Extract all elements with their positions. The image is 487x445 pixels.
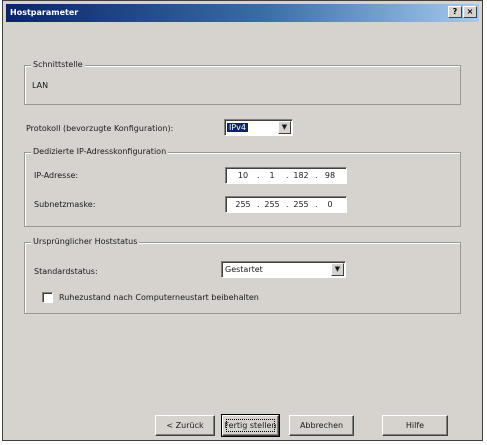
mask-octet-2: 255 <box>264 200 280 209</box>
finish-button-label: Fertig stellen <box>223 416 278 435</box>
protocol-selected-value: IPv4 <box>227 123 249 132</box>
mask-dot: . <box>315 200 318 209</box>
mask-octet-1: 255 <box>235 200 251 209</box>
cancel-button[interactable]: Abbrechen <box>289 415 354 436</box>
mask-dot: . <box>286 200 289 209</box>
mask-octet-4: 0 <box>327 200 333 209</box>
ip-config-legend: Dedizierte IP-Adresskonfiguration <box>31 147 169 156</box>
interface-group: Schnittstelle LAN <box>24 60 461 105</box>
ip-octet-3: 182 <box>293 171 309 180</box>
close-title-button[interactable]: × <box>463 6 477 18</box>
host-status-legend: Ursprünglicher Hoststatus <box>31 237 140 246</box>
ip-dot: . <box>286 171 289 180</box>
ip-config-group: Dedizierte IP-Adresskonfiguration IP-Adr… <box>24 147 461 227</box>
finish-button[interactable]: Fertig stellen <box>221 414 280 437</box>
ip-octet-2: 1 <box>269 171 275 180</box>
mask-dot: . <box>257 200 260 209</box>
protocol-select[interactable]: IPv4 ▼ <box>224 119 293 136</box>
ip-octet-1: 10 <box>237 171 249 180</box>
help-title-button[interactable]: ? <box>448 6 462 18</box>
back-button[interactable]: < Zurück <box>155 415 215 436</box>
host-parameters-dialog: Hostparameter ? × Schnittstelle LAN Prot… <box>2 0 483 441</box>
ip-address-label: IP-Adresse: <box>34 171 79 180</box>
interface-value: LAN <box>32 81 49 90</box>
subnet-mask-label: Subnetzmaske: <box>34 200 96 209</box>
protocol-label: Protokoll (bevorzugte Konfiguration): <box>26 124 174 133</box>
help-button[interactable]: Hilfe <box>382 415 448 436</box>
keep-sleep-checkbox[interactable] <box>42 292 53 303</box>
ip-octet-4: 98 <box>324 171 336 180</box>
default-status-label: Standardstatus: <box>34 267 98 276</box>
ip-dot: . <box>257 171 260 180</box>
window-title: Hostparameter <box>10 8 79 17</box>
ip-dot: . <box>315 171 318 180</box>
keep-sleep-label[interactable]: Ruhezustand nach Computerneustart beibeh… <box>59 293 259 302</box>
host-status-group: Ursprünglicher Hoststatus Standardstatus… <box>24 237 461 314</box>
default-status-select[interactable]: Gestartet ▼ <box>221 261 346 278</box>
subnet-mask-field[interactable]: 255 . 255 . 255 . 0 <box>225 196 347 213</box>
chevron-down-icon[interactable]: ▼ <box>278 121 291 134</box>
chevron-down-icon[interactable]: ▼ <box>331 263 344 276</box>
title-bar[interactable]: Hostparameter ? × <box>6 4 479 22</box>
mask-octet-3: 255 <box>293 200 309 209</box>
ip-address-field[interactable]: 10 . 1 . 182 . 98 <box>225 167 347 184</box>
default-status-value: Gestartet <box>225 265 263 274</box>
interface-group-legend: Schnittstelle <box>31 60 85 69</box>
